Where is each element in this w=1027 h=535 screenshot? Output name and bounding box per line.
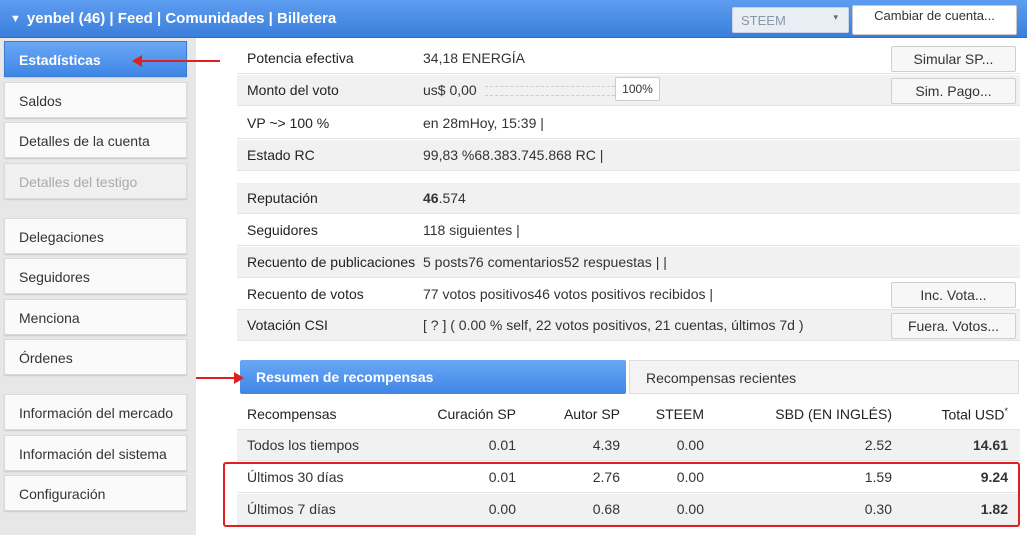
table-cell: Todos los tiempos xyxy=(247,437,360,453)
column-header: Curación SP xyxy=(437,406,516,422)
table-cell: 0.01 xyxy=(488,437,516,453)
tab-rewards-summary[interactable]: Resumen de recompensas xyxy=(240,360,626,394)
stat-label: Estado RC xyxy=(247,147,315,163)
column-header: Autor SP xyxy=(563,406,620,422)
column-header-total: Total USD xyxy=(941,406,1005,423)
stat-value: en 28mHoy, 15:39 | xyxy=(423,115,544,131)
sidebar-item-sistema[interactable]: Información del sistema xyxy=(4,435,187,471)
currency-select-value: STEEM xyxy=(741,13,786,28)
account-nav-label[interactable]: yenbel (46) | Feed | Comunidades | Bille… xyxy=(27,10,336,27)
stat-label: Votación CSI xyxy=(247,317,328,333)
stat-row-vp: VP ~> 100 % en 28mHoy, 15:39 | xyxy=(237,108,1020,139)
reputation-decimal: .574 xyxy=(438,190,466,206)
stat-row-csi: Votación CSI [ ? ] ( 0.00 % self, 22 vot… xyxy=(237,310,1020,341)
sidebar-item-saldos[interactable]: Saldos xyxy=(4,82,187,118)
stat-label: Seguidores xyxy=(247,222,318,238)
sidebar-item-ordenes[interactable]: Órdenes xyxy=(4,339,187,375)
stat-row-effective-power: Potencia efectiva 34,18 ENERGÍA Simular … xyxy=(237,43,1020,74)
annotation-arrow-right-icon xyxy=(196,372,244,384)
stat-row-vote-amount: Monto del voto us$ 0,00 100% Sim. Pago..… xyxy=(237,75,1020,106)
sidebar-item-mercado[interactable]: Información del mercado xyxy=(4,394,187,430)
vote-weight-slider[interactable] xyxy=(485,86,615,96)
stat-label: Reputación xyxy=(247,190,318,206)
simulate-payout-button[interactable]: Sim. Pago... xyxy=(891,78,1016,104)
currency-select[interactable]: STEEM ▾ xyxy=(732,7,849,33)
table-cell: 4.39 xyxy=(592,437,620,453)
sidebar-item-estadisticas[interactable]: Estadísticas xyxy=(4,41,187,77)
table-cell: 14.61 xyxy=(972,437,1008,453)
chevron-down-icon: ▾ xyxy=(833,12,838,22)
top-bar: ▼ yenbel (46) | Feed | Comunidades | Bill… xyxy=(0,0,1027,38)
highlight-box xyxy=(223,462,1020,527)
stat-value: [ ? ] ( 0.00 % self, 22 votos positivos,… xyxy=(423,317,804,333)
tab-recent-rewards[interactable]: Recompensas recientes xyxy=(629,360,1019,394)
simulate-sp-button[interactable]: Simular SP... xyxy=(891,46,1016,72)
annotation-arrow-left-icon xyxy=(132,55,220,67)
incoming-votes-button[interactable]: Inc. Vota... xyxy=(891,282,1016,308)
sidebar-item-delegaciones[interactable]: Delegaciones xyxy=(4,218,187,254)
switch-account-button[interactable]: Cambiar de cuenta... xyxy=(852,5,1017,35)
column-header: STEEM xyxy=(655,406,704,422)
stat-row-posts: Recuento de publicaciones 5 posts76 come… xyxy=(237,247,1020,278)
sidebar-item-configuracion[interactable]: Configuración xyxy=(4,475,187,511)
stat-value: 77 votos positivos46 votos positivos rec… xyxy=(423,286,714,302)
sidebar-item-menciona[interactable]: Menciona xyxy=(4,299,187,335)
stat-label: Monto del voto xyxy=(247,82,339,98)
sidebar-item-seguidores[interactable]: Seguidores xyxy=(4,258,187,294)
column-header: SBD (EN INGLÉS) xyxy=(775,406,892,422)
stat-value: 118 siguientes | xyxy=(423,222,520,238)
stat-row-votes: Recuento de votos 77 votos positivos46 v… xyxy=(237,279,1020,310)
table-cell: 2.52 xyxy=(864,437,892,453)
vote-percent-field[interactable]: 100% xyxy=(615,77,660,101)
stat-value: 5 posts76 comentarios52 respuestas | | xyxy=(423,254,667,270)
reputation-integer: 46 xyxy=(423,190,439,206)
stat-label: Potencia efectiva xyxy=(247,50,354,66)
stat-label: Recuento de publicaciones xyxy=(247,254,415,270)
rewards-table-header: Recompensas Curación SP Autor SP STEEM S… xyxy=(237,399,1020,430)
table-cell: 0.00 xyxy=(676,437,704,453)
sidebar-item-detalles-testigo: Detalles del testigo xyxy=(4,163,187,199)
stat-row-followers: Seguidores 118 siguientes | xyxy=(237,215,1020,246)
account-nav[interactable]: ▼ yenbel (46) | Feed | Comunidades | Bill… xyxy=(10,10,336,27)
column-header: Total USD* xyxy=(941,406,1008,423)
stat-value: 34,18 ENERGÍA xyxy=(423,50,525,66)
stat-value: 99,83 %68.383.745.868 RC | xyxy=(423,147,604,163)
stat-value: 46.574 xyxy=(423,190,466,206)
stat-value: us$ 0,00 xyxy=(423,82,477,98)
stat-row-reputation: Reputación 46.574 xyxy=(237,183,1020,214)
stat-row-rc: Estado RC 99,83 %68.383.745.868 RC | xyxy=(237,140,1020,171)
table-row: Todos los tiempos 0.01 4.39 0.00 2.52 14… xyxy=(237,430,1020,461)
outgoing-votes-button[interactable]: Fuera. Votos... xyxy=(891,313,1016,339)
column-header: Recompensas xyxy=(247,406,337,422)
sidebar-item-detalles-cuenta[interactable]: Detalles de la cuenta xyxy=(4,122,187,158)
caret-down-icon[interactable]: ▼ xyxy=(10,13,21,25)
stat-label: Recuento de votos xyxy=(247,286,364,302)
stat-label: VP ~> 100 % xyxy=(247,115,330,131)
footnote-marker: * xyxy=(1004,406,1008,416)
